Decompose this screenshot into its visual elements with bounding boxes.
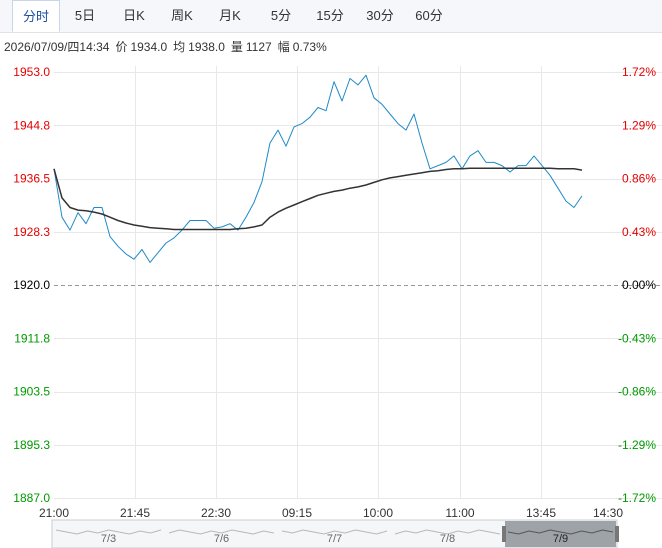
y-tick-label-right: -1.29% — [618, 438, 656, 452]
y-tick-label-right: 0.86% — [622, 172, 656, 186]
y-tick-label-left: 1944.8 — [13, 118, 50, 132]
y-tick-label-left: 1911.8 — [14, 331, 50, 345]
navigator-date-label: 7/9 — [553, 533, 568, 545]
y-tick-label-right: -0.86% — [618, 385, 656, 399]
y-tick-label-left: 1895.3 — [13, 438, 50, 452]
y-tick-label-left: 1903.5 — [13, 385, 50, 399]
navigator-date-label: 7/3 — [101, 533, 116, 545]
y-tick-label-left: 1920.0 — [13, 278, 50, 292]
y-tick-label-right: 1.72% — [622, 65, 656, 79]
y-tick-label-right: 0.00% — [622, 278, 656, 292]
navigator-handle-left[interactable] — [502, 526, 506, 542]
navigator-handle-right[interactable] — [615, 526, 619, 542]
x-tick-label: 10:00 — [363, 506, 393, 520]
y-tick-label-right: 0.43% — [622, 225, 656, 239]
x-tick-label: 13:45 — [526, 506, 556, 520]
y-tick-label-left: 1928.3 — [13, 225, 50, 239]
y-tick-label-left: 1953.0 — [13, 65, 50, 79]
x-tick-label: 14:30 — [593, 506, 623, 520]
y-tick-label-left: 1887.0 — [13, 491, 50, 505]
avg-price-line — [53, 167, 583, 231]
x-tick-label: 22:30 — [201, 506, 231, 520]
x-tick-label: 09:15 — [282, 506, 312, 520]
intraday-chart[interactable]: 1953.0 1.72% 1944.8 1.29% 1936.5 0.86% 1928.3 0… — [0, 0, 662, 548]
x-tick-label: 21:45 — [120, 506, 150, 520]
y-tick-label-right: -0.43% — [618, 331, 656, 345]
x-tick-label: 11:00 — [445, 506, 474, 520]
y-tick-label-left: 1936.5 — [13, 172, 50, 186]
y-tick-label-right: -1.72% — [618, 491, 656, 505]
y-tick-label-right: 1.29% — [622, 118, 656, 132]
navigator-date-label: 7/6 — [214, 533, 229, 545]
navigator-date-label: 7/7 — [327, 533, 342, 545]
navigator-date-label: 7/8 — [440, 533, 455, 545]
x-tick-label: 21:00 — [39, 506, 69, 520]
